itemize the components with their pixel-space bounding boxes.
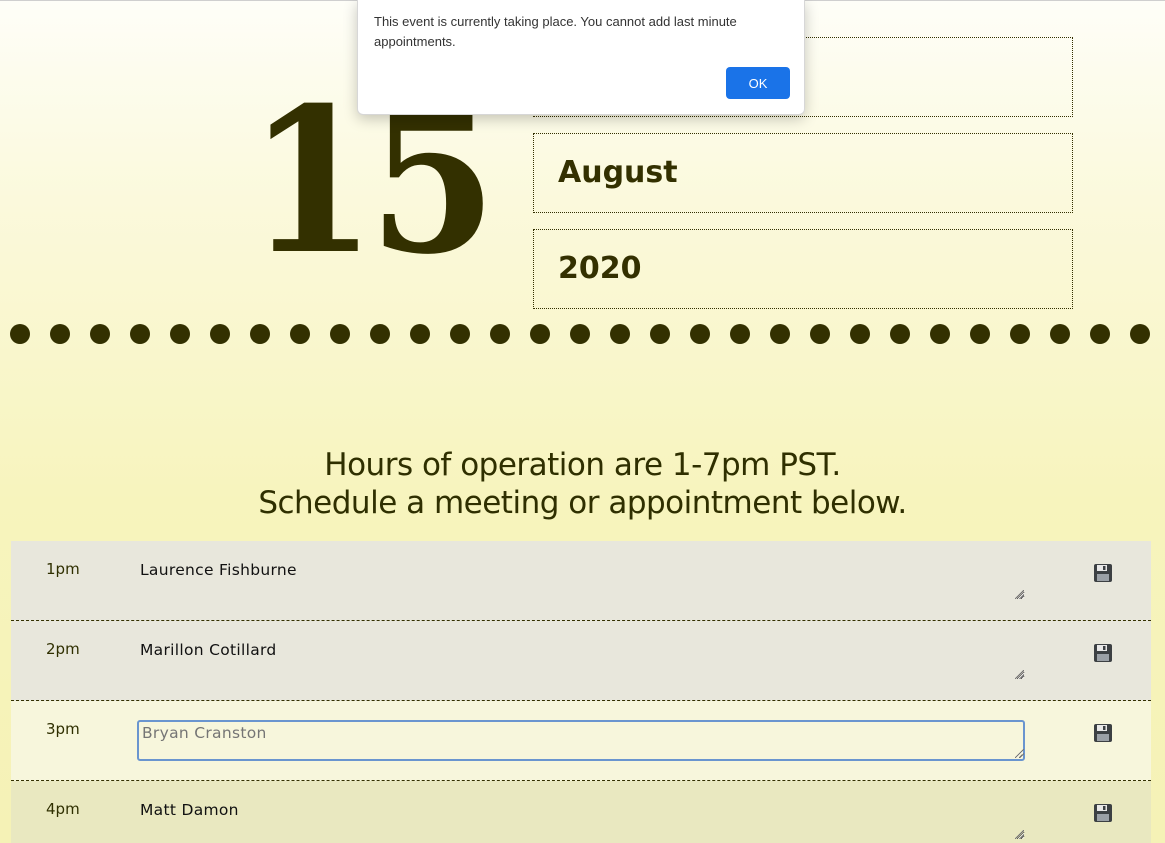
divider-dot bbox=[490, 324, 510, 344]
time-block-4pm: 4pm Matt Damon bbox=[11, 781, 1151, 843]
month-box: August bbox=[533, 133, 1073, 213]
resize-handle[interactable] bbox=[1015, 670, 1024, 679]
hour-label: 1pm bbox=[46, 560, 80, 578]
time-block-1pm: 1pm Laurence Fishburne bbox=[11, 541, 1151, 621]
divider-dot bbox=[570, 324, 590, 344]
schedule-list: 1pm Laurence Fishburne 2pm Marillon Coti… bbox=[11, 541, 1151, 843]
time-block-3pm: 3pm bbox=[11, 701, 1151, 781]
divider-dot bbox=[1010, 324, 1030, 344]
divider-dot bbox=[530, 324, 550, 344]
divider-dot bbox=[650, 324, 670, 344]
floppy-disk-icon bbox=[1094, 724, 1112, 742]
divider-dot bbox=[330, 324, 350, 344]
divider-dot bbox=[290, 324, 310, 344]
floppy-disk-icon bbox=[1094, 804, 1112, 822]
divider-dot bbox=[130, 324, 150, 344]
divider-dot bbox=[770, 324, 790, 344]
alert-message: This event is currently taking place. Yo… bbox=[374, 14, 737, 49]
time-block-2pm: 2pm Marillon Cotillard bbox=[11, 621, 1151, 701]
divider-dot bbox=[90, 324, 110, 344]
divider-dot bbox=[730, 324, 750, 344]
divider-dot bbox=[930, 324, 950, 344]
appointment-input[interactable]: Marillon Cotillard bbox=[137, 639, 1025, 680]
divider-dot bbox=[410, 324, 430, 344]
schedule-instruction: Schedule a meeting or appointment below. bbox=[258, 485, 907, 521]
save-button[interactable] bbox=[1093, 563, 1113, 583]
divider-dot bbox=[1130, 324, 1150, 344]
hour-label: 2pm bbox=[46, 640, 80, 658]
save-button[interactable] bbox=[1093, 803, 1113, 823]
divider-dot bbox=[10, 324, 30, 344]
divider-dot bbox=[810, 324, 830, 344]
divider-dot bbox=[1050, 324, 1070, 344]
divider-dot bbox=[450, 324, 470, 344]
divider-dot bbox=[890, 324, 910, 344]
resize-handle[interactable] bbox=[1015, 590, 1024, 599]
divider-dot bbox=[170, 324, 190, 344]
hours-line: Hours of operation are 1-7pm PST. bbox=[324, 447, 841, 483]
resize-handle[interactable] bbox=[1015, 830, 1024, 839]
floppy-disk-icon bbox=[1094, 644, 1112, 662]
dotted-divider bbox=[10, 324, 1155, 346]
alert-dialog: This event is currently taking place. Yo… bbox=[357, 0, 805, 115]
hours-info: Hours of operation are 1-7pm PST. Schedu… bbox=[0, 446, 1165, 522]
divider-dot bbox=[970, 324, 990, 344]
divider-dot bbox=[1090, 324, 1110, 344]
appointment-input[interactable] bbox=[137, 720, 1025, 761]
divider-dot bbox=[850, 324, 870, 344]
divider-dot bbox=[50, 324, 70, 344]
ok-button[interactable]: OK bbox=[726, 67, 790, 99]
hour-label: 3pm bbox=[46, 720, 80, 738]
resize-handle[interactable] bbox=[1015, 749, 1024, 758]
hour-label: 4pm bbox=[46, 800, 80, 818]
floppy-disk-icon bbox=[1094, 564, 1112, 582]
divider-dot bbox=[370, 324, 390, 344]
appointment-input[interactable]: Laurence Fishburne bbox=[137, 559, 1025, 600]
divider-dot bbox=[210, 324, 230, 344]
save-button[interactable] bbox=[1093, 643, 1113, 663]
divider-dot bbox=[250, 324, 270, 344]
save-button[interactable] bbox=[1093, 723, 1113, 743]
year-box: 2020 bbox=[533, 229, 1073, 309]
appointment-input[interactable]: Matt Damon bbox=[137, 799, 1025, 840]
divider-dot bbox=[610, 324, 630, 344]
divider-dot bbox=[690, 324, 710, 344]
